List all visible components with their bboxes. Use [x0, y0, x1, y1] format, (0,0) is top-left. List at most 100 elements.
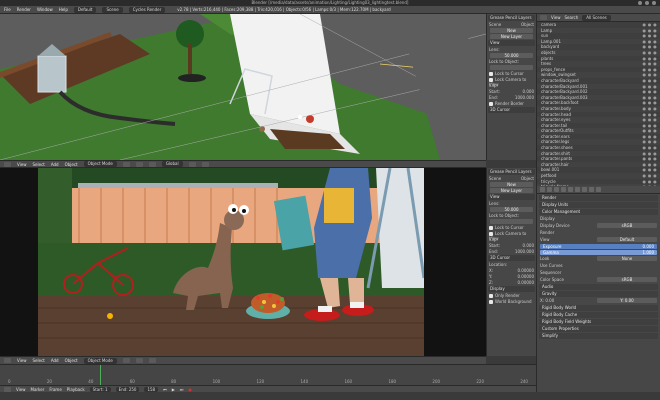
properties-slider[interactable]: Exposure 0.000 — [540, 244, 657, 249]
clip-start-value[interactable]: 0.000 — [523, 243, 534, 248]
properties-panel-header[interactable]: Color Management — [539, 209, 658, 215]
property-value[interactable]: sRGB — [597, 277, 657, 282]
object-tab-icon[interactable] — [568, 187, 573, 192]
menu-window[interactable]: Window — [37, 7, 53, 12]
only-render-checkbox[interactable] — [489, 294, 493, 298]
maximize-icon[interactable] — [645, 1, 649, 5]
editor-type-icon-2[interactable] — [4, 358, 11, 363]
menu-help[interactable]: Help — [59, 7, 68, 12]
render-tab-icon[interactable] — [540, 187, 545, 192]
data-tab-icon[interactable] — [589, 187, 594, 192]
lens-field[interactable]: 50.000 — [490, 53, 533, 58]
menu-select[interactable]: Select — [33, 162, 45, 167]
new-layer-button[interactable]: New Layer — [490, 34, 533, 39]
menu-render[interactable]: Render — [17, 7, 31, 12]
manipulator-icon[interactable] — [148, 161, 156, 167]
world-bg-checkbox[interactable] — [489, 300, 493, 304]
layers-tab-icon[interactable] — [547, 187, 552, 192]
properties-slider[interactable]: Gamma 1.000 — [540, 250, 657, 255]
panel-row[interactable]: World Background — [489, 299, 534, 304]
playhead[interactable] — [100, 365, 101, 385]
new-button[interactable]: New — [490, 28, 533, 33]
outliner-view-menu[interactable]: View — [551, 15, 561, 20]
gp-object[interactable]: Object — [521, 176, 534, 181]
menu-add[interactable]: Add — [51, 162, 59, 167]
panel-row[interactable]: Z: 0.00000 — [489, 280, 534, 285]
shading-icon-2[interactable] — [122, 358, 130, 363]
menu-file[interactable]: File — [4, 7, 11, 12]
lock-object-field[interactable] — [490, 65, 533, 70]
properties-panel-header[interactable]: Audio — [539, 284, 658, 290]
constraints-tab-icon[interactable] — [575, 187, 580, 192]
clip-start-value[interactable]: 0.000 — [523, 89, 534, 94]
properties-panel-header[interactable]: Gravity — [539, 291, 658, 297]
gp-scene[interactable]: Scene — [489, 22, 501, 27]
gp-scene[interactable]: Scene — [489, 176, 501, 181]
panel-row[interactable]: Start: 0.000 — [489, 243, 534, 248]
outliner-search-menu[interactable]: Search — [565, 15, 579, 20]
properties-panel-header[interactable]: Custom Properties — [539, 326, 658, 332]
panel-row[interactable]: Scene Object — [489, 22, 534, 27]
shading-icon[interactable] — [122, 161, 130, 167]
modifiers-tab-icon[interactable] — [582, 187, 587, 192]
panel-row[interactable]: Only Render — [489, 293, 534, 298]
timeline-track[interactable]: 0 20 40 60 80 100 120 140 160 180 200 22… — [0, 365, 536, 385]
panel-row[interactable]: Start: 0.000 — [489, 89, 534, 94]
layers-icon-2[interactable] — [148, 358, 156, 363]
mode-select-2[interactable]: Object Mode — [83, 357, 117, 364]
mode-select[interactable]: Object Mode — [83, 161, 117, 167]
new-button[interactable]: New — [490, 182, 533, 187]
transform-orientation[interactable]: Global — [161, 161, 183, 167]
properties-panel-header[interactable]: Display Units — [539, 202, 658, 208]
properties-panel-header[interactable]: Rigid Body Field Weights — [539, 319, 658, 325]
panel-row[interactable]: Y: 0.00000 — [489, 274, 534, 279]
property-value[interactable]: sRGB — [597, 223, 657, 228]
panel-row[interactable]: Lock Camera to View — [489, 231, 534, 241]
panel-header[interactable]: View — [488, 194, 535, 200]
menu-view-2[interactable]: View — [17, 358, 27, 363]
clip-end-value[interactable]: 1000.000 — [515, 95, 534, 100]
panel-row[interactable]: Scene Object — [489, 176, 534, 181]
panel-header[interactable]: Display — [488, 286, 535, 292]
menu-object-2[interactable]: Object — [65, 358, 78, 363]
render-engine-select[interactable]: Cycles Render — [128, 6, 166, 13]
world-tab-icon[interactable] — [561, 187, 566, 192]
material-tab-icon[interactable] — [596, 187, 601, 192]
panel-row[interactable]: End: 1000.000 — [489, 95, 534, 100]
close-icon[interactable] — [652, 1, 656, 5]
gp-object[interactable]: Object — [521, 22, 534, 27]
menu-object[interactable]: Object — [65, 162, 78, 167]
panel-header[interactable]: 3D Cursor — [488, 107, 535, 113]
panel-header[interactable]: Grease Pencil Layers — [488, 15, 535, 21]
panel-row[interactable]: Lock to Cursor — [489, 225, 534, 230]
new-layer-button[interactable]: New Layer — [490, 188, 533, 193]
menu-view[interactable]: View — [17, 162, 27, 167]
panel-row[interactable]: Render Border — [489, 101, 534, 106]
property-value[interactable]: Default — [597, 237, 657, 242]
pivot-icon[interactable] — [135, 161, 143, 167]
lens-field[interactable]: 50.000 — [490, 207, 533, 212]
minimize-icon[interactable] — [638, 1, 642, 5]
properties-panel-header[interactable]: Rigid Body Cache — [539, 312, 658, 318]
viewport-3d[interactable] — [0, 14, 486, 160]
clip-end-value[interactable]: 1000.000 — [515, 249, 534, 254]
cursor-y-value[interactable]: 0.00000 — [517, 274, 534, 279]
lock-cursor-checkbox[interactable] — [489, 226, 493, 230]
scene-select[interactable]: Scene — [102, 6, 123, 13]
snap-icon[interactable] — [201, 161, 209, 167]
screen-layout-select[interactable]: Default — [73, 6, 97, 13]
outliner-display-select[interactable]: All Scenes — [582, 14, 611, 21]
properties-panel-header[interactable]: Rigid Body World — [539, 305, 658, 311]
properties-panel-header[interactable]: Simplify — [539, 333, 658, 339]
editor-type-icon[interactable] — [4, 161, 11, 167]
panel-row[interactable]: Lock to Cursor — [489, 71, 534, 76]
property-value[interactable]: Y: 0.00 — [597, 298, 657, 303]
panel-row[interactable]: Lock Camera to View — [489, 77, 534, 87]
properties-panel-header[interactable]: Render — [539, 195, 658, 201]
pivot-icon-2[interactable] — [135, 358, 143, 363]
panel-header[interactable]: 3D Cursor — [488, 255, 535, 261]
cursor-x-value[interactable]: 0.00000 — [517, 268, 534, 273]
cursor-z-value[interactable]: 0.00000 — [517, 280, 534, 285]
panel-row[interactable]: End: 1000.000 — [489, 249, 534, 254]
menu-select-2[interactable]: Select — [33, 358, 45, 363]
